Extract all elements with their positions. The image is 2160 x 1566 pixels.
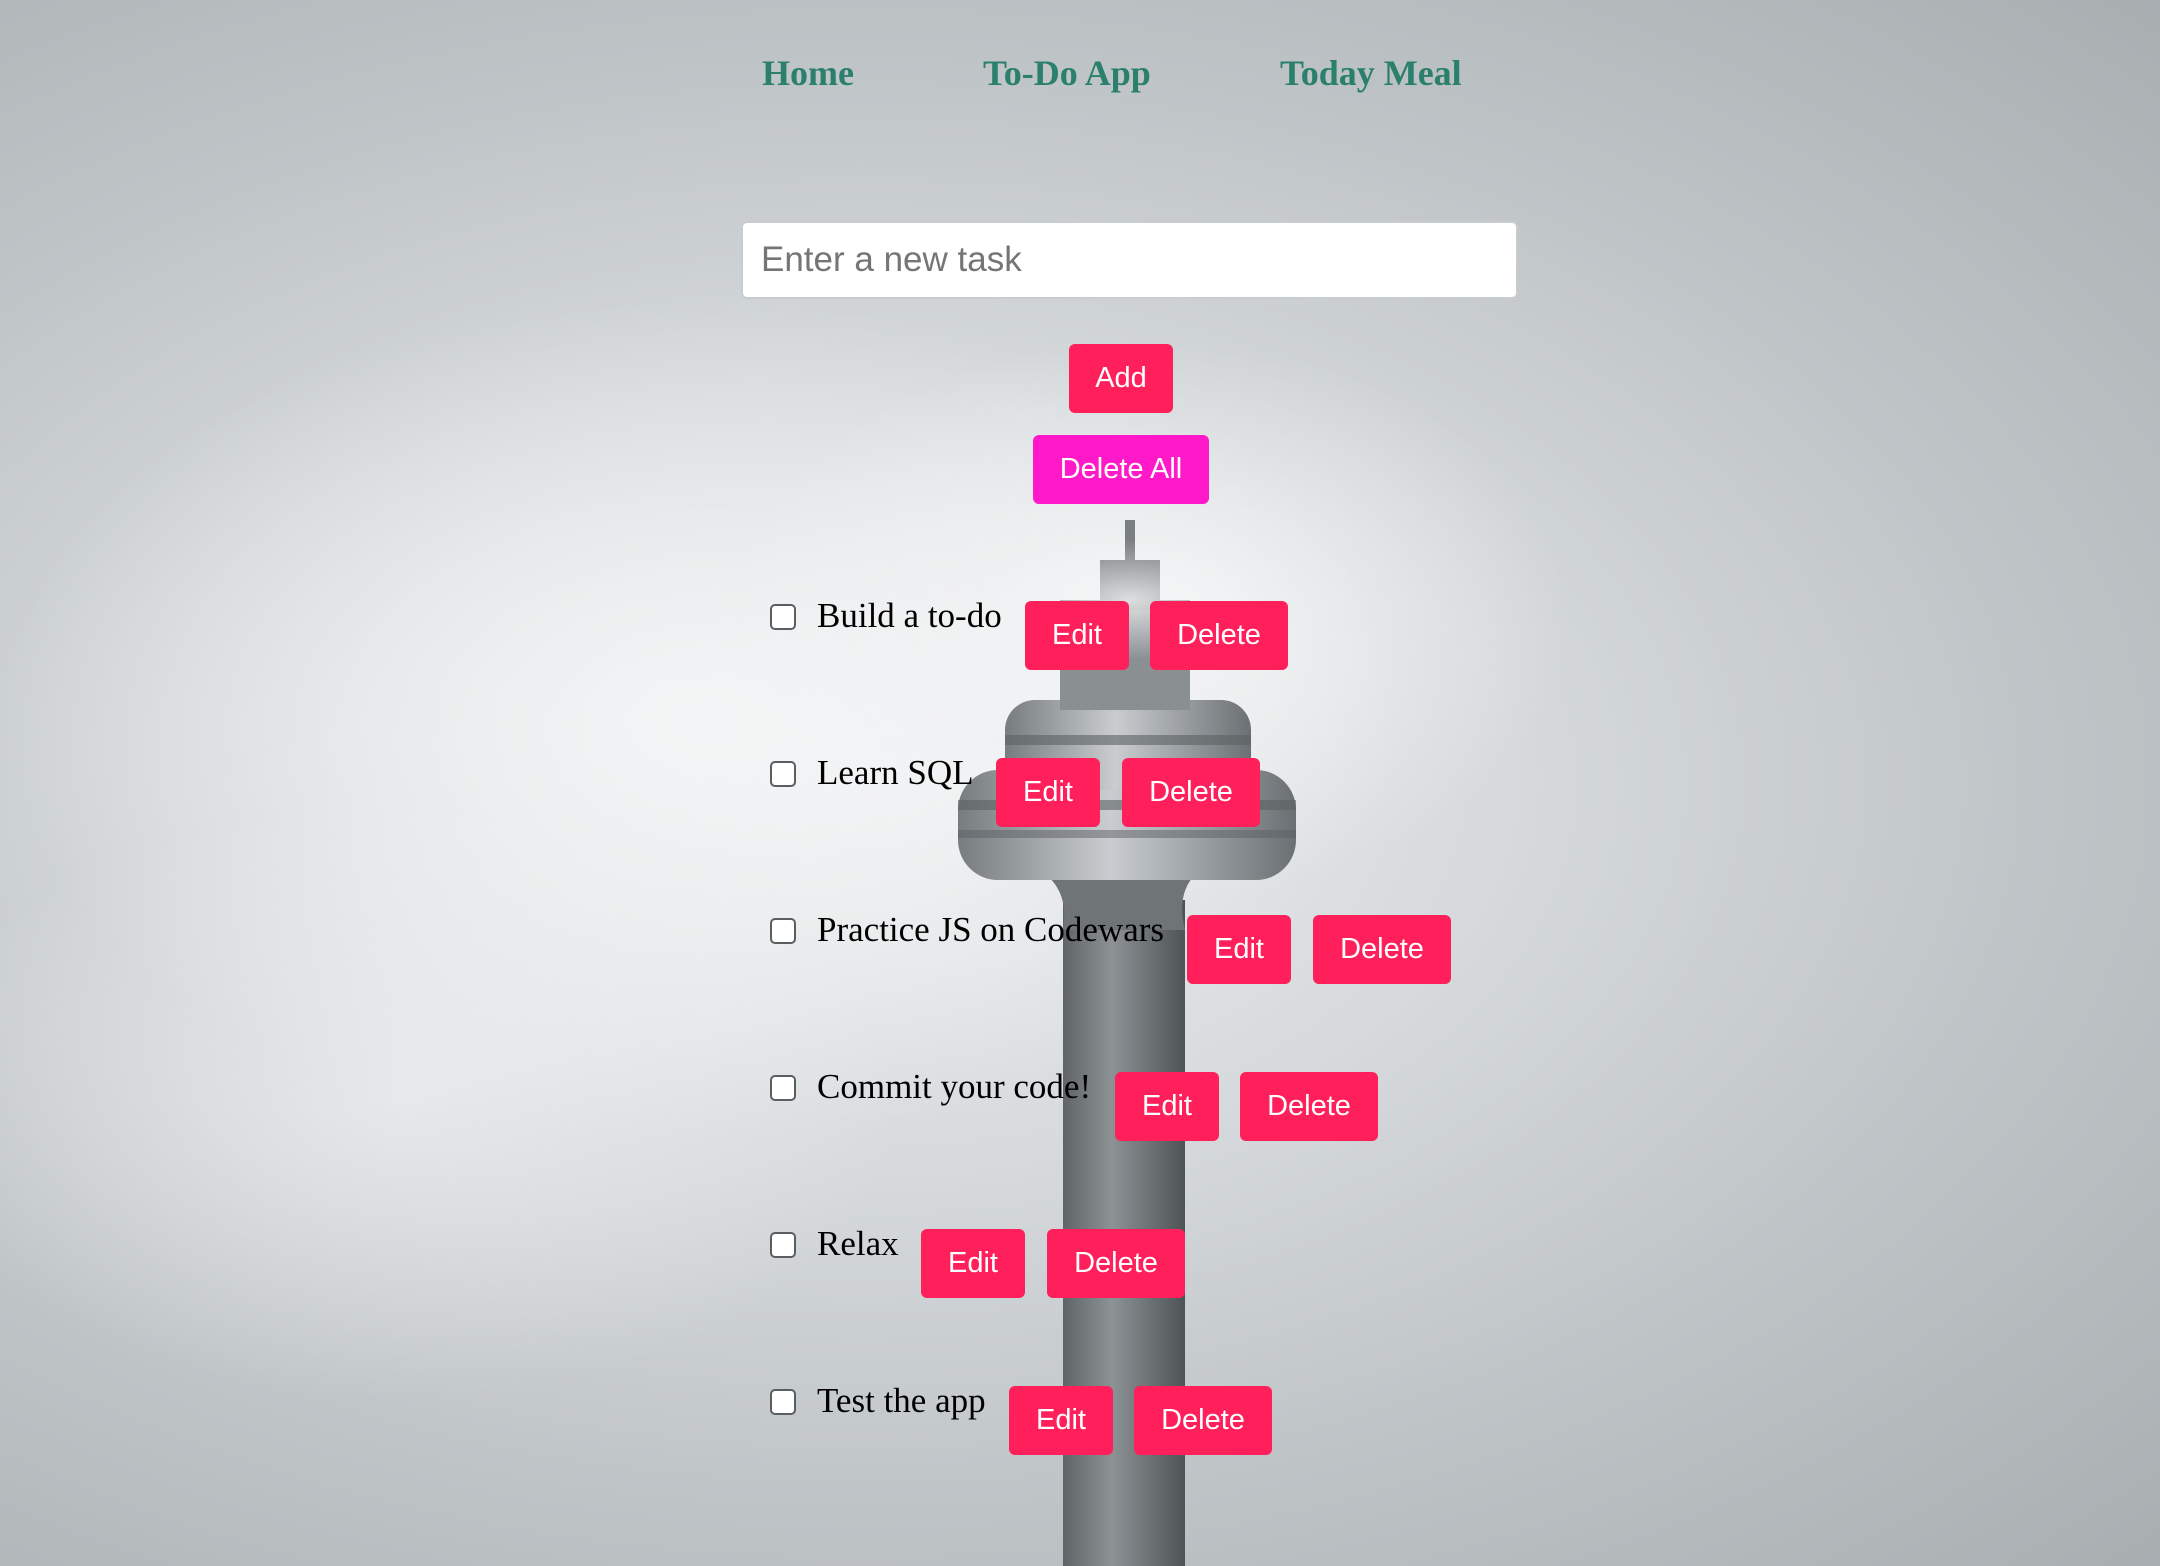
delete-task-button[interactable]: Delete	[1313, 915, 1451, 984]
delete-task-button[interactable]: Delete	[1240, 1072, 1378, 1141]
task-text: Commit your code!	[817, 1067, 1092, 1106]
task-text: Build a to-do	[817, 596, 1002, 635]
task-checkbox[interactable]	[770, 1389, 796, 1415]
task-list: Build a to-do Edit Delete Learn SQL Edit…	[0, 0, 2160, 1566]
todo-page: Home To-Do App Today Meal Add Delete All…	[0, 0, 2160, 1566]
task-checkbox[interactable]	[770, 761, 796, 787]
task-text: Test the app	[817, 1381, 986, 1420]
delete-task-button[interactable]: Delete	[1047, 1229, 1185, 1298]
task-text: Practice JS on Codewars	[817, 910, 1165, 949]
edit-task-button[interactable]: Edit	[1115, 1072, 1219, 1141]
delete-task-button[interactable]: Delete	[1134, 1386, 1272, 1455]
task-checkbox[interactable]	[770, 1232, 796, 1258]
delete-task-button[interactable]: Delete	[1122, 758, 1260, 827]
edit-task-button[interactable]: Edit	[921, 1229, 1025, 1298]
task-text: Relax	[817, 1224, 899, 1263]
edit-task-button[interactable]: Edit	[1187, 915, 1291, 984]
task-checkbox[interactable]	[770, 1075, 796, 1101]
task-checkbox[interactable]	[770, 918, 796, 944]
task-text: Learn SQL	[817, 753, 974, 792]
edit-task-button[interactable]: Edit	[1025, 601, 1129, 670]
edit-task-button[interactable]: Edit	[996, 758, 1100, 827]
edit-task-button[interactable]: Edit	[1009, 1386, 1113, 1455]
delete-task-button[interactable]: Delete	[1150, 601, 1288, 670]
task-checkbox[interactable]	[770, 604, 796, 630]
